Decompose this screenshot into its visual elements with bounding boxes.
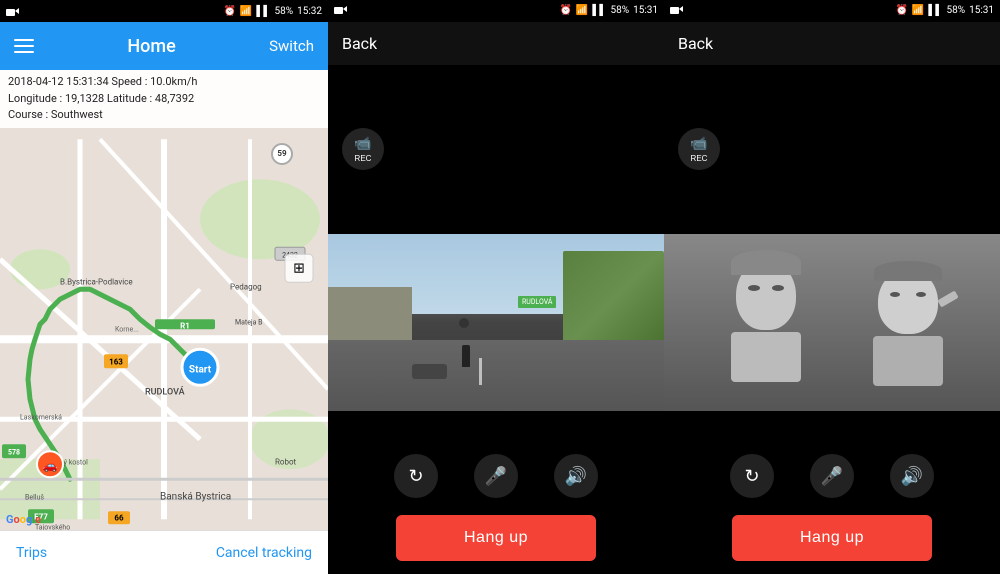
map-panel: ⏰ 📶 ▌▌ 58% 15:32 Home Switch 2018-04-12 …	[0, 0, 328, 574]
battery-label-3: 58%	[947, 5, 966, 16]
svg-text:Pedagog: Pedagog	[230, 282, 262, 291]
call-controls-3: ↻ 🎤 🔊	[664, 441, 1000, 510]
cancel-tracking-button[interactable]: Cancel tracking	[216, 545, 312, 561]
status-bar-left	[6, 6, 20, 16]
battery-label: 58%	[275, 6, 294, 17]
speaker-icon-3: 🔊	[901, 466, 923, 487]
dashcam-scene-2: RUDLOVÁ	[328, 234, 664, 412]
call-status-right-2: ⏰📶▌▌ 58% 15:31	[559, 5, 658, 16]
trips-button[interactable]: Trips	[16, 545, 47, 561]
google-logo: Google	[6, 513, 41, 526]
svg-text:R1: R1	[180, 321, 190, 330]
app-header: Home Switch	[0, 22, 328, 70]
time-label-3: 15:31	[969, 5, 994, 16]
video-bottom-2	[328, 411, 664, 441]
signal-icon: ▌▌	[256, 6, 270, 17]
mic-button-2[interactable]: 🎤	[474, 454, 518, 498]
hangup-button-3[interactable]: Hang up	[732, 515, 932, 561]
video-bottom-3	[664, 411, 1000, 441]
battery-label-2: 58%	[611, 5, 630, 16]
mic-icon-3: 🎤	[821, 466, 843, 487]
call-panel-interior: ⏰📶▌▌ 58% 15:31 Back 📹 REC	[664, 0, 1000, 574]
call-status-right-3: ⏰📶▌▌ 58% 15:31	[895, 5, 994, 16]
alarm-icon: ⏰	[223, 6, 235, 17]
call-header-2: Back	[328, 22, 664, 66]
svg-text:Mateja B: Mateja B	[235, 318, 263, 326]
speaker-button-2[interactable]: 🔊	[554, 454, 598, 498]
call-controls-2: ↻ 🎤 🔊	[328, 441, 664, 510]
svg-text:Robot: Robot	[275, 457, 297, 466]
speaker-icon-2: 🔊	[565, 466, 587, 487]
rotate-button-2[interactable]: ↻	[394, 454, 438, 498]
info-line1: 2018-04-12 15:31:34 Speed : 10.0km/h	[8, 74, 320, 91]
svg-text:B.Bystrica-Podlavice: B.Bystrica-Podlavice	[60, 277, 133, 286]
rotate-icon-3: ↻	[744, 466, 759, 487]
map-bottom-bar: Trips Cancel tracking	[0, 530, 328, 574]
call-status-bar-2: ⏰📶▌▌ 58% 15:31	[328, 0, 664, 22]
info-line3: Course : Southwest	[8, 107, 320, 124]
rec-button-2[interactable]: 📹 REC	[342, 128, 384, 170]
hamburger-line-2	[14, 45, 34, 47]
video-top-2: 📹 REC	[328, 65, 664, 233]
svg-text:Korne...: Korne...	[115, 325, 139, 333]
hangup-bar-3: Hang up	[664, 511, 1000, 574]
rec-button-3[interactable]: 📹 REC	[678, 128, 720, 170]
interior-video-3	[664, 234, 1000, 412]
call-status-bar-3: ⏰📶▌▌ 58% 15:31	[664, 0, 1000, 22]
call-header-3: Back	[664, 22, 1000, 66]
video-top-3: 📹 REC	[664, 65, 1000, 233]
rec-camera-icon-3: 📹	[690, 135, 707, 152]
svg-text:Start: Start	[189, 364, 212, 375]
status-bar-right: ⏰ 📶 ▌▌ 58% 15:32	[223, 6, 322, 17]
app-title: Home	[127, 36, 175, 57]
svg-text:163: 163	[109, 357, 123, 366]
camera-icon-2	[334, 4, 348, 14]
map-info-bar: 2018-04-12 15:31:34 Speed : 10.0km/h Lon…	[0, 70, 328, 128]
rotate-button-3[interactable]: ↻	[730, 454, 774, 498]
svg-text:Belluš: Belluš	[25, 493, 44, 501]
camera-icon-3	[670, 4, 684, 14]
back-button-2[interactable]: Back	[342, 34, 377, 53]
svg-text:578: 578	[8, 448, 20, 456]
dashcam-video-2: RUDLOVÁ	[328, 234, 664, 412]
svg-text:Laskomerská: Laskomerská	[20, 413, 62, 421]
speaker-button-3[interactable]: 🔊	[890, 454, 934, 498]
hamburger-menu[interactable]	[14, 39, 34, 53]
hangup-button-2[interactable]: Hang up	[396, 515, 596, 561]
map-svg: R1 B.Bystrica-Podlavice Pedagog RUDLOVÁ …	[0, 128, 328, 531]
rotate-icon-2: ↻	[408, 466, 423, 487]
mic-icon-2: 🎤	[485, 466, 507, 487]
wifi-icon: 📶	[240, 6, 252, 17]
svg-text:Banská Bystrica: Banská Bystrica	[160, 491, 231, 502]
svg-text:RUDLOVÁ: RUDLOVÁ	[145, 385, 185, 397]
camera-icon	[6, 6, 20, 16]
svg-text:🚗: 🚗	[43, 458, 58, 472]
time-label-2: 15:31	[633, 5, 658, 16]
call-status-left-2	[334, 4, 348, 17]
svg-text:⊞: ⊞	[293, 260, 305, 276]
mic-button-3[interactable]: 🎤	[810, 454, 854, 498]
hangup-bar-2: Hang up	[328, 511, 664, 574]
call-panel-front: ⏰📶▌▌ 58% 15:31 Back 📹 REC RUDLOVÁ	[328, 0, 664, 574]
speed-badge: 59	[271, 143, 293, 165]
back-button-3[interactable]: Back	[678, 34, 713, 53]
map-status-bar: ⏰ 📶 ▌▌ 58% 15:32	[0, 0, 328, 22]
info-line2: Longitude : 19,1328 Latitude : 48,7392	[8, 91, 320, 108]
hamburger-line-1	[14, 39, 34, 41]
svg-text:66: 66	[114, 513, 124, 522]
map-area[interactable]: R1 B.Bystrica-Podlavice Pedagog RUDLOVÁ …	[0, 128, 328, 531]
switch-button[interactable]: Switch	[269, 37, 314, 55]
rec-label-2: REC	[355, 154, 372, 163]
call-status-left-3	[670, 4, 684, 17]
rec-label-3: REC	[691, 154, 708, 163]
interior-scene-3	[664, 234, 1000, 412]
rec-camera-icon-2: 📹	[354, 135, 371, 152]
time-label: 15:32	[297, 6, 322, 17]
hamburger-line-3	[14, 51, 34, 53]
